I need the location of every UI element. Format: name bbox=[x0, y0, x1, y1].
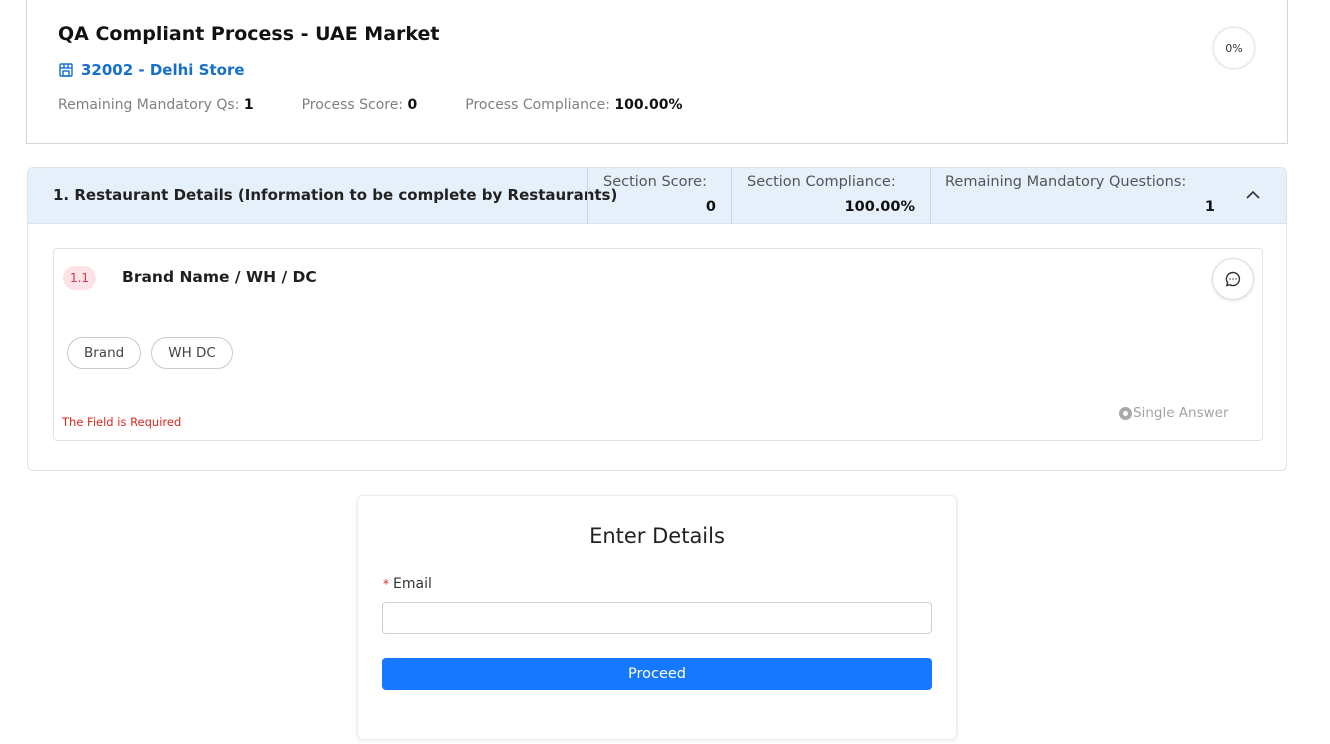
remaining-mandatory-label: Remaining Mandatory Qs: bbox=[58, 97, 240, 113]
details-title: Enter Details bbox=[589, 524, 725, 548]
option-brand[interactable]: Brand bbox=[67, 337, 142, 369]
remaining-mandatory-stat: Remaining Mandatory Qs: 1 bbox=[58, 97, 254, 113]
process-score-value: 0 bbox=[407, 97, 418, 113]
section-title: 1. Restaurant Details (Information to be… bbox=[53, 186, 618, 204]
store-link[interactable]: 32002 - Delhi Store bbox=[58, 61, 245, 79]
process-score-label: Process Score: bbox=[301, 97, 404, 113]
process-compliance-value: 100.00% bbox=[614, 97, 683, 113]
process-score-stat: Process Score: 0 bbox=[302, 97, 418, 113]
question-card: 1.1 Brand Name / WH / DC Brand WH DC The… bbox=[53, 248, 1263, 441]
section-header[interactable]: 1. Restaurant Details (Information to be… bbox=[28, 168, 1286, 224]
answer-type-indicator: Single Answer bbox=[1119, 405, 1229, 421]
email-label: * Email bbox=[383, 576, 432, 592]
process-title: QA Compliant Process - UAE Market bbox=[58, 23, 440, 45]
enter-details-card: Enter Details * Email Proceed bbox=[357, 495, 957, 740]
section-card: 1. Restaurant Details (Information to be… bbox=[27, 167, 1287, 471]
process-compliance-stat: Process Compliance: 100.00% bbox=[465, 97, 682, 113]
email-input[interactable] bbox=[382, 602, 932, 634]
comment-icon bbox=[1225, 271, 1241, 287]
section-remaining: Remaining Mandatory Questions: 1 bbox=[930, 168, 1224, 224]
section-compliance-label: Section Compliance: bbox=[747, 174, 896, 190]
remaining-mandatory-value: 1 bbox=[243, 97, 254, 113]
section-score-label: Section Score: bbox=[603, 174, 707, 190]
store-icon bbox=[59, 63, 73, 77]
option-wh-dc[interactable]: WH DC bbox=[151, 337, 233, 369]
section-remaining-label: Remaining Mandatory Questions: bbox=[945, 174, 1187, 190]
process-stats: Remaining Mandatory Qs: 1 Process Score:… bbox=[58, 97, 730, 113]
section-score: Section Score: 0 bbox=[587, 168, 732, 224]
section-remaining-value: 1 bbox=[1204, 199, 1215, 215]
required-mark: * bbox=[383, 577, 389, 591]
question-number-badge: 1.1 bbox=[63, 266, 96, 290]
radio-dot-icon bbox=[1119, 406, 1132, 420]
store-name[interactable]: 32002 - Delhi Store bbox=[81, 61, 245, 79]
section-compliance: Section Compliance: 100.00% bbox=[731, 168, 930, 224]
process-compliance-label: Process Compliance: bbox=[465, 97, 610, 113]
required-error: The Field is Required bbox=[62, 415, 182, 429]
proceed-button[interactable]: Proceed bbox=[382, 658, 932, 690]
progress-circle: 0% bbox=[1212, 26, 1256, 70]
answer-type-label: Single Answer bbox=[1133, 405, 1229, 421]
chevron-up-icon[interactable] bbox=[1244, 186, 1262, 204]
answer-options: Brand WH DC bbox=[67, 337, 233, 369]
section-score-value: 0 bbox=[705, 199, 716, 215]
process-header-card: QA Compliant Process - UAE Market 32002 … bbox=[26, 0, 1288, 144]
email-label-text: Email bbox=[393, 576, 432, 592]
section-compliance-value: 100.00% bbox=[844, 199, 915, 215]
comment-button[interactable] bbox=[1212, 258, 1254, 300]
question-title: Brand Name / WH / DC bbox=[122, 268, 317, 286]
